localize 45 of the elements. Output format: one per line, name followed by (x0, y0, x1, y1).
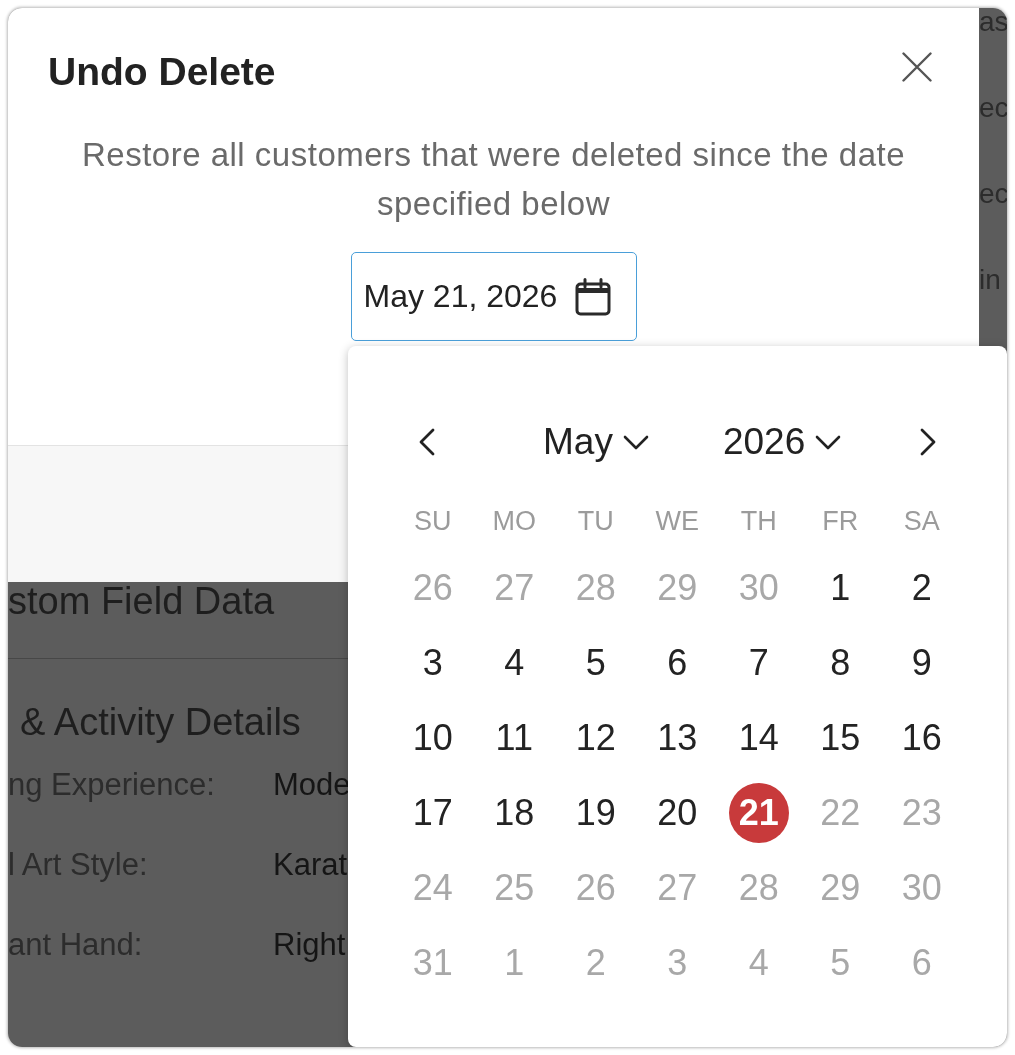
day-button[interactable]: 8 (810, 632, 871, 693)
close-button[interactable] (902, 52, 932, 82)
dialog-title: Undo Delete (48, 52, 276, 92)
day-button[interactable]: 3 (402, 632, 463, 693)
day-button[interactable]: 5 (565, 632, 626, 693)
weekday-label: TH (740, 505, 777, 538)
day-button[interactable]: 20 (647, 782, 708, 843)
date-input[interactable]: May 21, 2026 (350, 252, 637, 341)
day-button[interactable]: 21 (728, 782, 789, 843)
chevron-right-icon (920, 428, 936, 456)
day-button[interactable]: 10 (402, 707, 463, 768)
day-button[interactable]: 16 (891, 707, 952, 768)
field-value: Right (273, 927, 346, 963)
weekday-label: WE (655, 505, 699, 538)
section-heading: & Activity Details (20, 700, 301, 745)
day-button[interactable]: 2 (891, 557, 952, 618)
day-button[interactable]: 12 (565, 707, 626, 768)
weekday-label: SU (414, 505, 452, 538)
close-icon (902, 52, 932, 82)
day-button[interactable]: 19 (565, 782, 626, 843)
month-dropdown[interactable]: May (543, 416, 649, 468)
year-dropdown[interactable]: 2026 (722, 416, 842, 468)
day-button[interactable]: 7 (728, 632, 789, 693)
weekday-label: TU (577, 505, 614, 538)
calendar-icon (575, 277, 612, 316)
section-title: stom Field Data (8, 582, 275, 620)
weekday-label: MO (492, 505, 536, 538)
chevron-down-icon (815, 434, 842, 450)
day-button[interactable]: 18 (484, 782, 545, 843)
day-button[interactable]: 9 (891, 632, 952, 693)
description-text: Restore all customers that were deleted since the date specified below (80, 135, 907, 224)
day-button[interactable]: 11 (484, 707, 545, 768)
day-button[interactable]: 1 (810, 557, 871, 618)
weekday-label: FR (822, 505, 859, 538)
field-value: Karat (273, 847, 348, 883)
chevron-left-icon (419, 428, 435, 456)
field-value: Mode (273, 767, 351, 803)
day-button[interactable]: 14 (728, 707, 789, 768)
weekday-label: SA (903, 505, 940, 538)
day-button[interactable]: 13 (647, 707, 708, 768)
chevron-down-icon (622, 434, 649, 450)
day-button[interactable]: 15 (810, 707, 871, 768)
day-button[interactable]: 4 (484, 632, 545, 693)
day-button[interactable]: 17 (402, 782, 463, 843)
day-button[interactable]: 6 (647, 632, 708, 693)
